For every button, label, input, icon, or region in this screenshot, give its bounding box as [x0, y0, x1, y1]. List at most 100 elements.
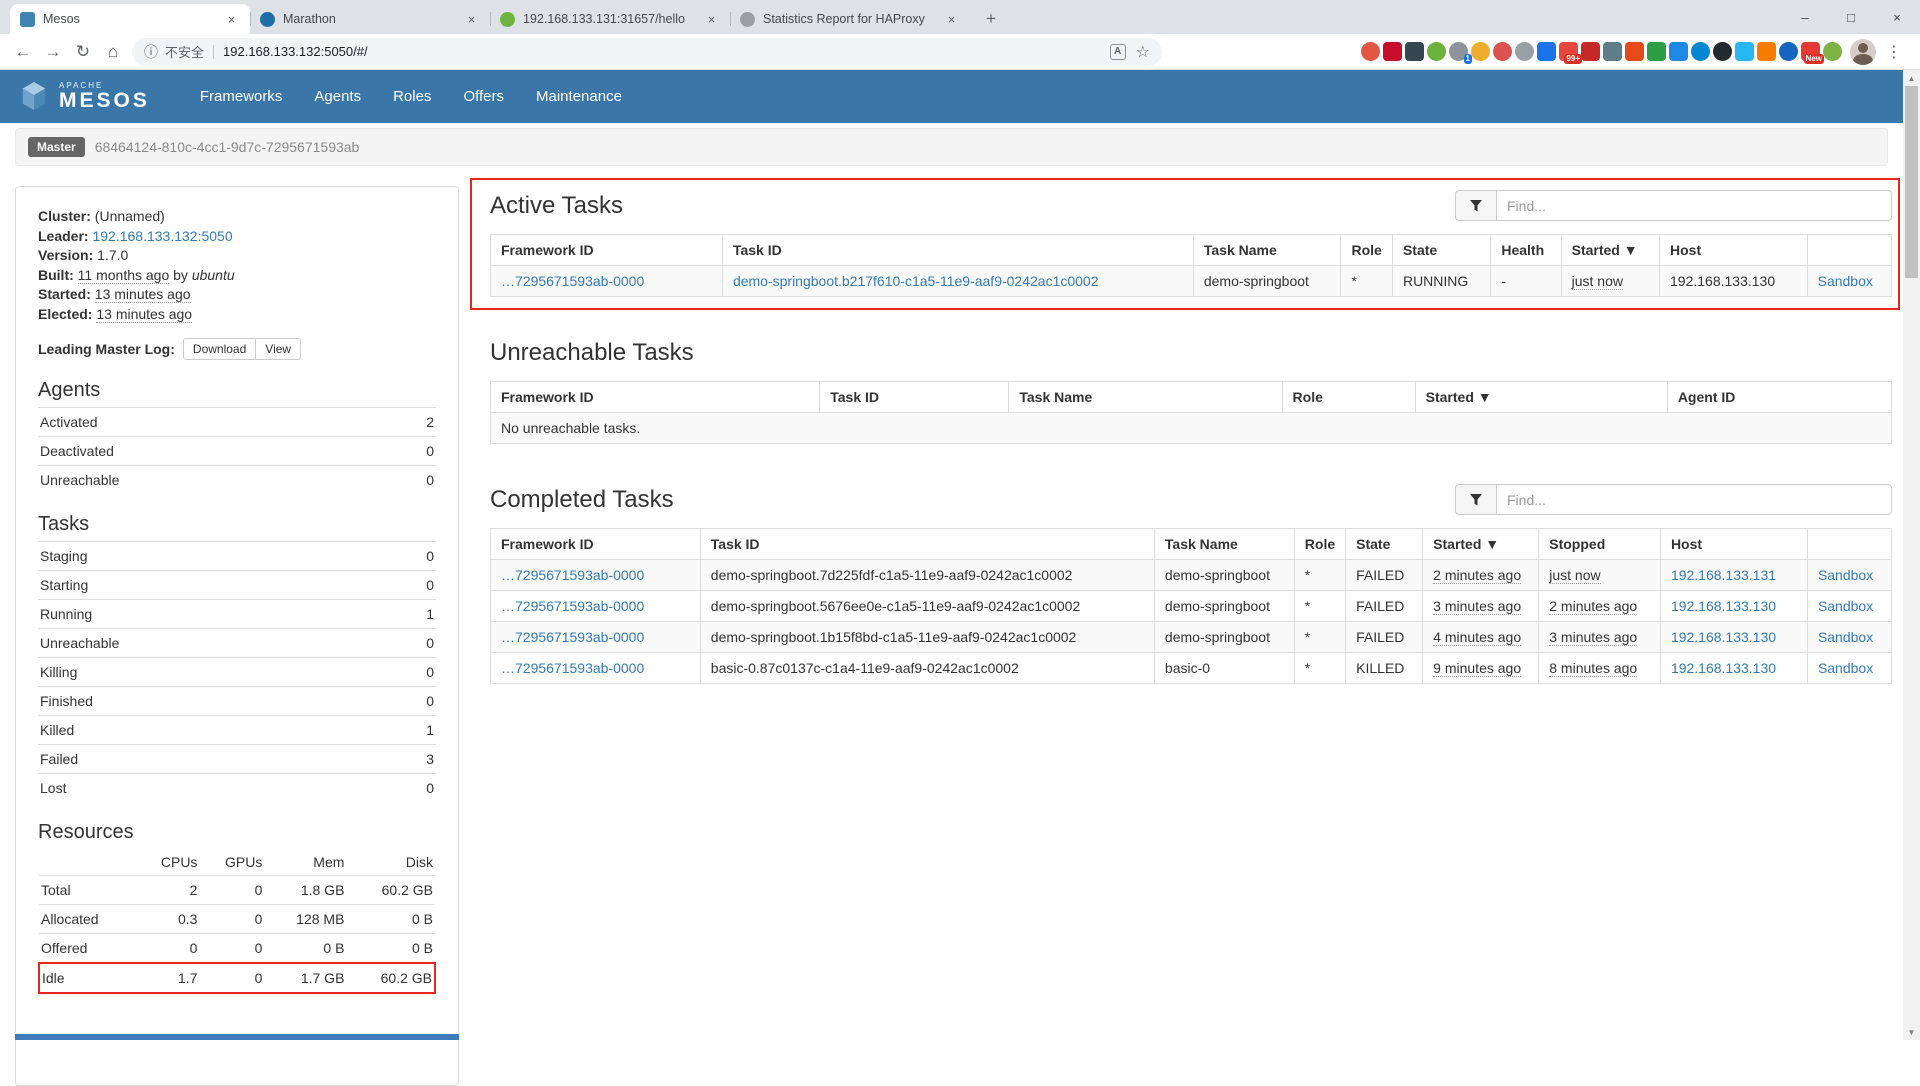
extension-icon[interactable]: [1603, 42, 1622, 61]
sandbox-link[interactable]: Sandbox: [1818, 629, 1873, 645]
extension-icon[interactable]: New: [1801, 42, 1820, 61]
host-link[interactable]: 192.168.133.130: [1671, 598, 1776, 614]
host-link[interactable]: 192.168.133.130: [1671, 660, 1776, 676]
extension-badge: New: [1804, 54, 1824, 64]
page-scrollbar[interactable]: ▲ ▼: [1903, 70, 1920, 1040]
url-text[interactable]: 192.168.133.132:5050/#/: [223, 44, 368, 59]
reload-button[interactable]: ↻: [68, 37, 98, 67]
master-id: 68464124-810c-4cc1-9d7c-7295671593ab: [95, 139, 360, 155]
framework-link[interactable]: …7295671593ab-0000: [501, 598, 644, 614]
version-line: Version: 1.7.0: [38, 246, 436, 266]
leader-link[interactable]: 192.168.133.132:5050: [92, 228, 232, 244]
table-row: Unreachable0: [38, 466, 436, 495]
scroll-down-icon[interactable]: ▼: [1903, 1024, 1920, 1040]
table-row: Activated2: [38, 408, 436, 437]
extension-icon[interactable]: [1779, 42, 1798, 61]
extension-icon[interactable]: [1713, 42, 1732, 61]
table-row: Unreachable0: [38, 629, 436, 658]
tab-mesos[interactable]: Mesos ×: [10, 4, 250, 34]
find-input[interactable]: [1497, 484, 1892, 515]
extension-icon[interactable]: [1471, 42, 1490, 61]
master-info-bar: Master 68464124-810c-4cc1-9d7c-729567159…: [15, 128, 1888, 166]
framework-link[interactable]: …7295671593ab-0000: [501, 629, 644, 645]
window-minimize-button[interactable]: –: [1782, 0, 1828, 34]
mesos-logo[interactable]: APACHE MESOS: [18, 79, 150, 115]
resources-heading: Resources: [38, 821, 436, 844]
translate-icon[interactable]: A: [1110, 44, 1126, 60]
task-link[interactable]: demo-springboot.b217f610-c1a5-11e9-aaf9-…: [733, 273, 1099, 289]
extension-icon[interactable]: [1757, 42, 1776, 61]
tab-close-icon[interactable]: ×: [703, 11, 720, 28]
sandbox-link[interactable]: Sandbox: [1818, 567, 1873, 583]
home-button[interactable]: ⌂: [98, 37, 128, 67]
sandbox-link[interactable]: Sandbox: [1818, 598, 1873, 614]
nav-item-frameworks[interactable]: Frameworks: [184, 70, 299, 123]
resources-table: CPUs GPUs Mem Disk Total 2 0 1.8 GB 60.2…: [38, 849, 436, 994]
tab-close-icon[interactable]: ×: [223, 11, 240, 28]
table-row: Total 2 0 1.8 GB 60.2 GB: [39, 876, 435, 905]
brand-mesos-label: MESOS: [59, 90, 150, 111]
tab-springboot-hello[interactable]: 192.168.133.131:31657/hello ×: [490, 4, 730, 34]
table-row: Deactivated0: [38, 437, 436, 466]
scrollbar-thumb[interactable]: [1905, 86, 1918, 278]
extension-icon[interactable]: [1625, 42, 1644, 61]
extension-icon[interactable]: [1515, 42, 1534, 61]
nav-item-offers[interactable]: Offers: [447, 70, 520, 123]
window-close-button[interactable]: ×: [1874, 0, 1920, 34]
framework-link[interactable]: …7295671593ab-0000: [501, 273, 644, 289]
extension-icon[interactable]: 1: [1449, 42, 1468, 61]
extension-icon[interactable]: [1493, 42, 1512, 61]
tab-haproxy-stats[interactable]: Statistics Report for HAProxy ×: [730, 4, 970, 34]
browser-menu-icon[interactable]: ⋮: [1886, 42, 1902, 62]
tab-close-icon[interactable]: ×: [463, 11, 480, 28]
sandbox-link[interactable]: Sandbox: [1818, 273, 1873, 289]
extension-icon[interactable]: [1581, 42, 1600, 61]
find-input[interactable]: [1497, 190, 1892, 221]
extension-icon[interactable]: 99+: [1559, 42, 1578, 61]
extension-icon[interactable]: [1361, 42, 1380, 61]
bookmark-star-icon[interactable]: ☆: [1136, 42, 1150, 62]
tab-marathon[interactable]: Marathon ×: [250, 4, 490, 34]
scroll-up-icon[interactable]: ▲: [1903, 70, 1920, 86]
tab-separator: [490, 12, 491, 26]
tasks-summary-table: Staging0 Starting0 Running1 Unreachable0…: [38, 541, 436, 802]
nav-item-agents[interactable]: Agents: [298, 70, 377, 123]
sidebar-bottom-strip: [15, 1034, 459, 1040]
framework-link[interactable]: …7295671593ab-0000: [501, 567, 644, 583]
new-tab-button[interactable]: +: [978, 6, 1004, 32]
extension-icon[interactable]: [1735, 42, 1754, 61]
back-button[interactable]: ←: [8, 37, 38, 67]
table-row: …7295671593ab-0000 demo-springboot.7d225…: [491, 560, 1892, 591]
active-tasks-title: Active Tasks: [490, 192, 623, 220]
window-controls: – □ ×: [1782, 0, 1920, 34]
tab-title: Marathon: [283, 12, 455, 26]
extension-icon[interactable]: [1669, 42, 1688, 61]
extension-icon[interactable]: [1537, 42, 1556, 61]
address-bar[interactable]: ⓘ 不安全 192.168.133.132:5050/#/ A ☆: [132, 38, 1162, 66]
host-link[interactable]: 192.168.133.130: [1671, 629, 1776, 645]
funnel-icon: [1469, 199, 1483, 213]
nav-item-roles[interactable]: Roles: [377, 70, 447, 123]
unreachable-tasks-title: Unreachable Tasks: [490, 339, 694, 367]
filter-button[interactable]: [1455, 484, 1497, 515]
forward-button[interactable]: →: [38, 37, 68, 67]
tab-close-icon[interactable]: ×: [943, 11, 960, 28]
extension-icon[interactable]: [1383, 42, 1402, 61]
extension-icon[interactable]: [1823, 42, 1842, 61]
extension-icon[interactable]: [1647, 42, 1666, 61]
log-download-button[interactable]: Download: [183, 338, 256, 360]
extension-icon[interactable]: [1427, 42, 1446, 61]
page-info-icon[interactable]: ⓘ: [144, 42, 158, 62]
filter-button[interactable]: [1455, 190, 1497, 221]
framework-link[interactable]: …7295671593ab-0000: [501, 660, 644, 676]
extension-icon[interactable]: [1691, 42, 1710, 61]
window-maximize-button[interactable]: □: [1828, 0, 1874, 34]
avatar[interactable]: [1850, 39, 1876, 65]
nav-item-maintenance[interactable]: Maintenance: [520, 70, 638, 123]
host-link[interactable]: 192.168.133.131: [1671, 567, 1776, 583]
table-row: Killed1: [38, 716, 436, 745]
sandbox-link[interactable]: Sandbox: [1818, 660, 1873, 676]
cluster-line: Cluster: (Unnamed): [38, 207, 436, 227]
extension-icon[interactable]: [1405, 42, 1424, 61]
log-view-button[interactable]: View: [255, 338, 301, 360]
